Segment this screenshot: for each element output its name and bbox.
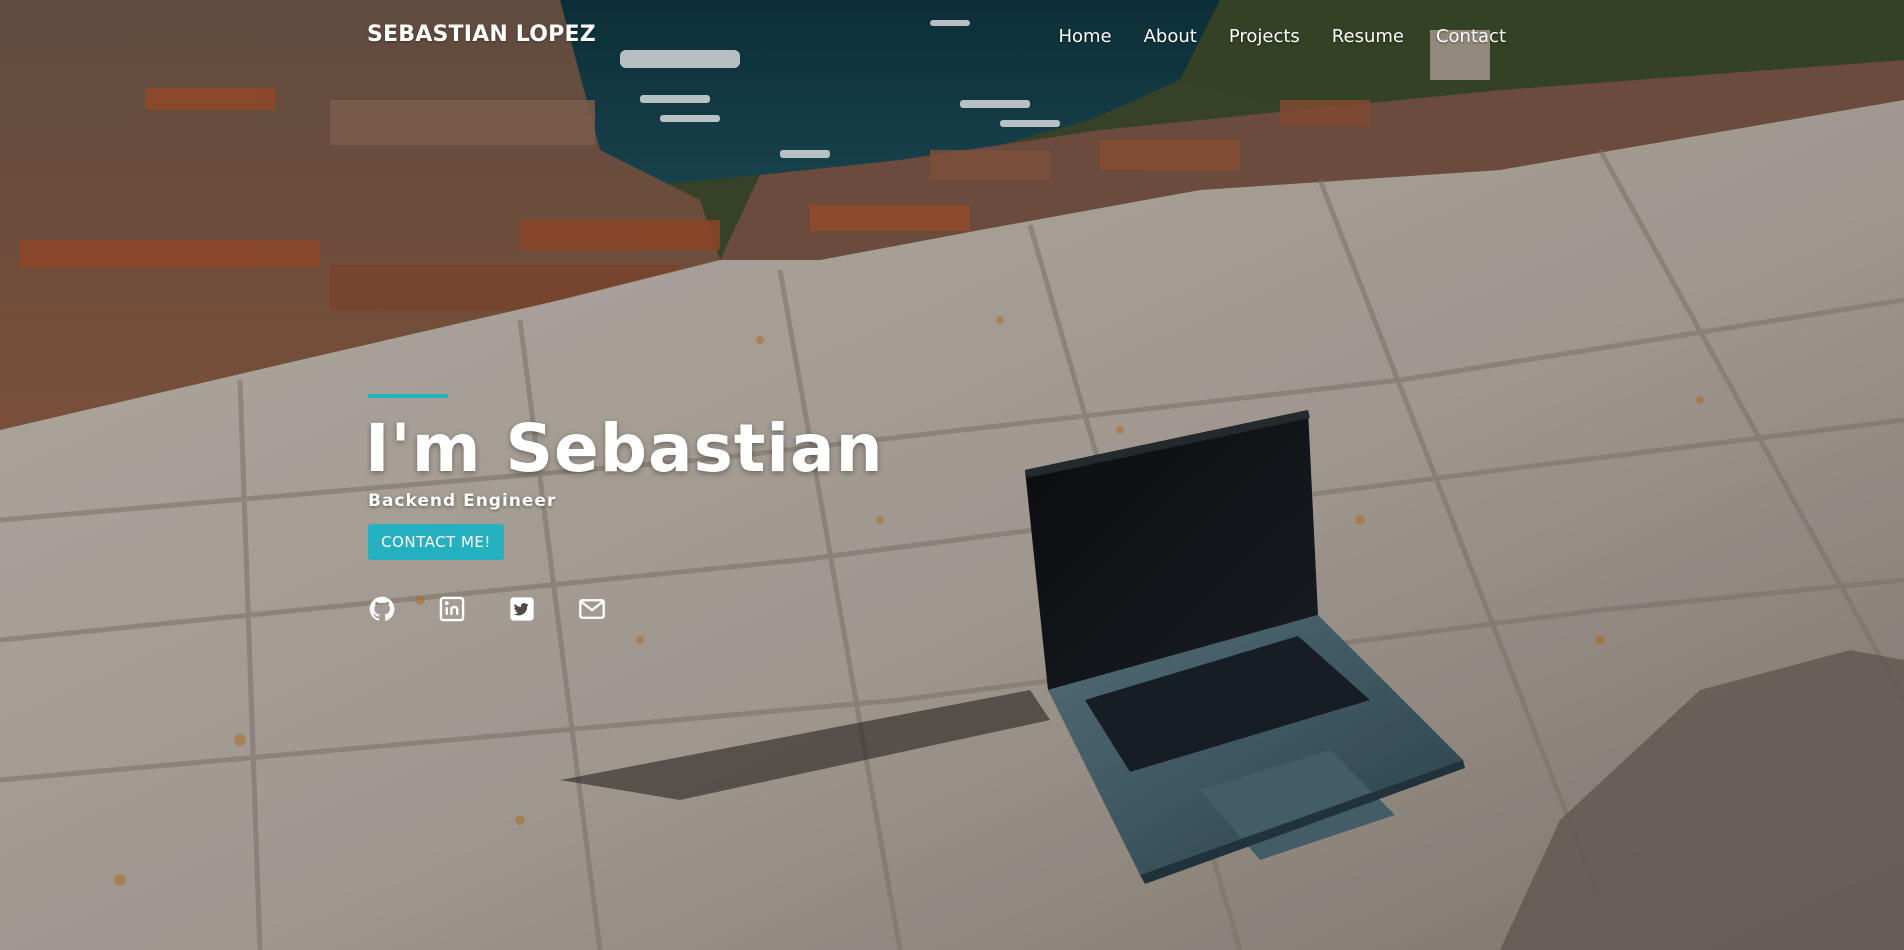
site-brand-logo[interactable]: SEBASTIAN LOPEZ: [367, 22, 596, 47]
nav-item-contact: Contact: [1436, 26, 1506, 47]
email-link[interactable]: [578, 595, 606, 623]
title-accent-line: [368, 394, 448, 398]
twitter-icon: [510, 597, 534, 621]
nav-link-home[interactable]: Home: [1058, 26, 1111, 47]
linkedin-link[interactable]: [438, 595, 466, 623]
nav-link-resume[interactable]: Resume: [1332, 26, 1404, 47]
nav-item-resume: Resume: [1332, 26, 1404, 47]
mail-icon: [579, 599, 605, 619]
github-icon: [369, 596, 395, 621]
hero-background-image: [0, 0, 1904, 950]
hero-subtitle: Backend Engineer: [368, 491, 557, 511]
nav-link-contact[interactable]: Contact: [1436, 26, 1506, 47]
main-nav: Home About Projects Resume Contact: [1058, 26, 1506, 47]
social-links: [368, 595, 606, 623]
linkedin-icon: [439, 596, 465, 622]
nav-item-projects: Projects: [1229, 26, 1300, 47]
nav-link-about[interactable]: About: [1144, 26, 1197, 47]
nav-item-home: Home: [1058, 26, 1111, 47]
nav-link-projects[interactable]: Projects: [1229, 26, 1300, 47]
contact-me-button[interactable]: CONTACT ME!: [368, 524, 504, 560]
site-header: SEBASTIAN LOPEZ Home About Projects Resu…: [0, 0, 1904, 78]
github-link[interactable]: [368, 595, 396, 623]
twitter-link[interactable]: [508, 595, 536, 623]
hero-title: I'm Sebastian: [365, 410, 884, 487]
nav-item-about: About: [1144, 26, 1197, 47]
